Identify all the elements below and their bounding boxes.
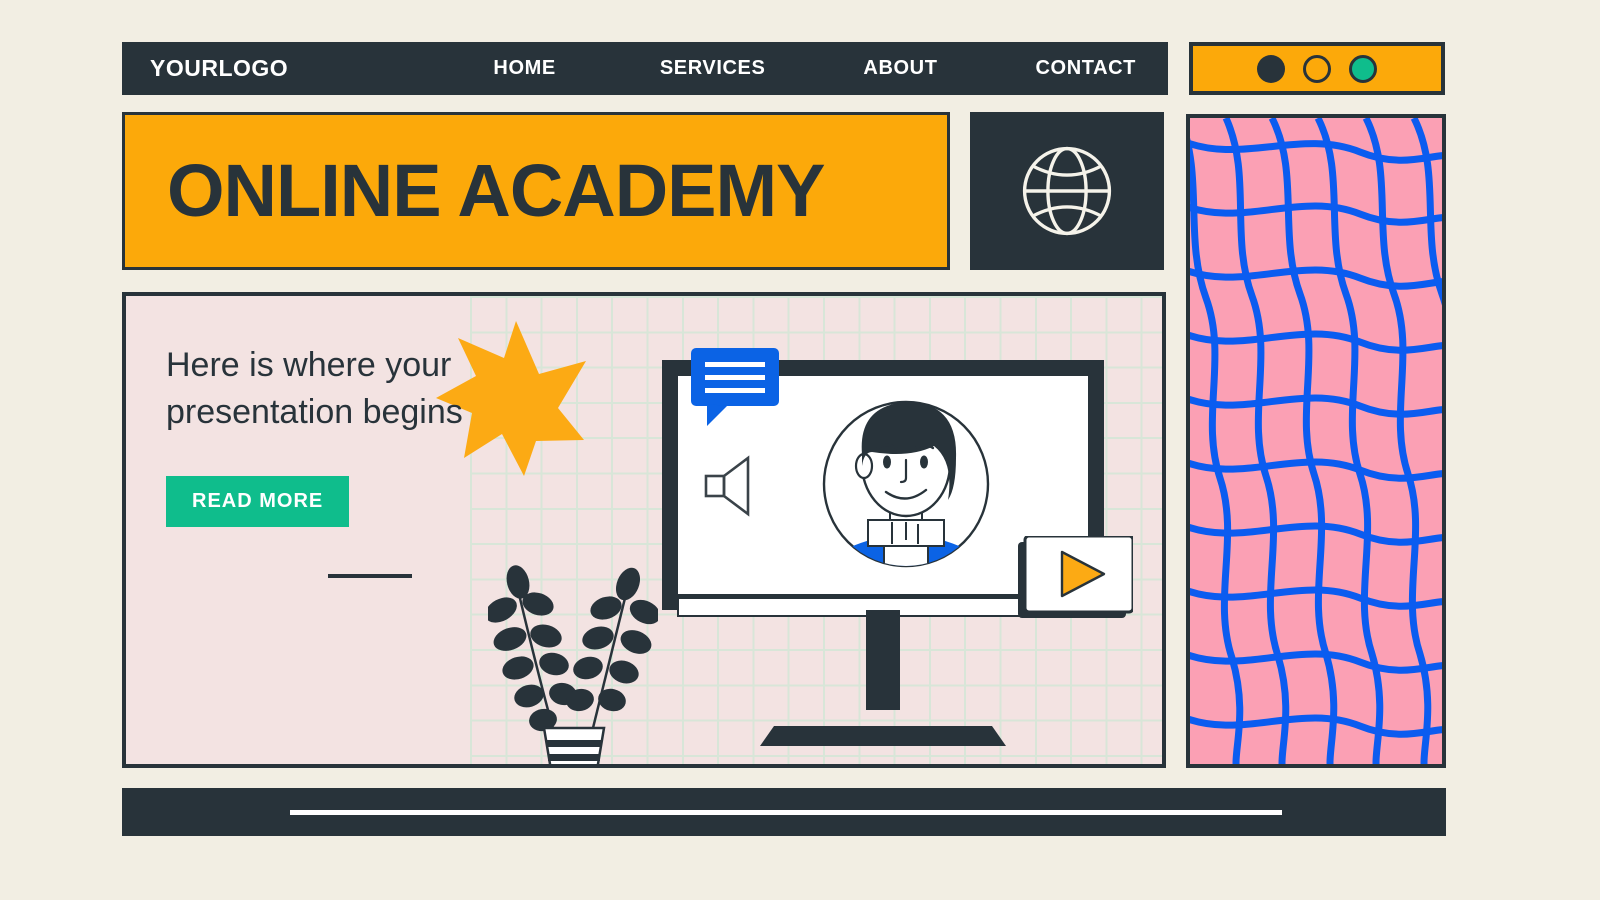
bottom-bar (122, 788, 1446, 836)
circle-green-icon[interactable] (1349, 54, 1377, 83)
hero-panel: Here is where your presentation begins R… (122, 292, 1166, 768)
title-banner: ONLINE ACADEMY (122, 112, 950, 270)
globe-badge (970, 112, 1164, 270)
nav-link-contact[interactable]: CONTACT (1036, 57, 1136, 80)
plant-pot (542, 726, 606, 764)
navbar: YOURLOGO HOME SERVICES ABOUT CONTACT (122, 42, 1168, 95)
nav-link-about[interactable]: ABOUT (863, 57, 937, 80)
window-controls (1189, 42, 1445, 95)
circle-outline-icon[interactable] (1303, 54, 1331, 83)
nav-links: HOME SERVICES ABOUT CONTACT (493, 57, 1168, 80)
nav-link-home[interactable]: HOME (493, 57, 555, 80)
nav-logo[interactable]: YOURLOGO (150, 55, 288, 82)
page-title: ONLINE ACADEMY (167, 149, 825, 232)
chat-bubble-icon (691, 348, 779, 426)
nav-link-services[interactable]: SERVICES (660, 57, 766, 80)
hero-headline: Here is where your presentation begins (166, 346, 463, 431)
circle-filled-icon[interactable] (1257, 54, 1285, 83)
bottom-bar-rule (290, 810, 1282, 815)
play-button-icon[interactable] (1018, 536, 1133, 618)
hero-divider (328, 574, 412, 578)
globe-icon (1022, 146, 1112, 236)
wavy-pattern-panel (1186, 114, 1446, 768)
potted-plant-icon (488, 565, 658, 764)
wavy-grid-pattern (1190, 118, 1442, 764)
slide-canvas: YOURLOGO HOME SERVICES ABOUT CONTACT ONL… (0, 0, 1600, 900)
read-more-button[interactable]: READ MORE (166, 476, 350, 527)
